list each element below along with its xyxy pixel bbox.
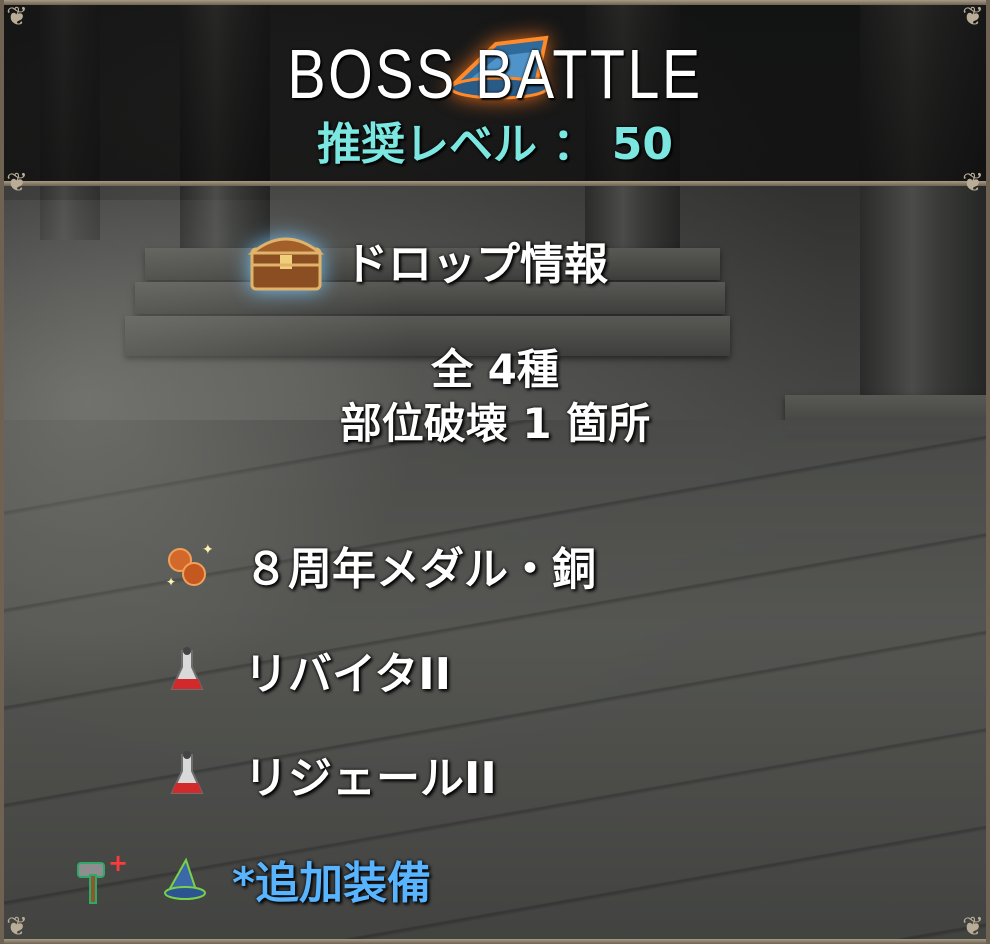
frame-bottom xyxy=(0,939,990,944)
drop-total-count: 全 4種 xyxy=(431,345,559,394)
potion-flask-icon xyxy=(162,645,212,695)
svg-text:✦: ✦ xyxy=(166,575,176,589)
drop-item[interactable]: リバイタII xyxy=(162,638,451,702)
corner-ornament-icon: ❦ xyxy=(962,912,984,942)
wizard-hat-icon xyxy=(160,854,210,904)
svg-text:✦: ✦ xyxy=(202,542,212,558)
bronze-medal-icon: ✦ ✦ xyxy=(162,540,212,590)
drop-item-label: リバイタII xyxy=(244,649,451,700)
corner-ornament-icon: ❦ xyxy=(962,168,984,198)
treasure-chest-icon xyxy=(246,225,326,295)
drop-item-label: リジェールII xyxy=(244,753,497,804)
hammer-plus-icon: + xyxy=(70,849,130,909)
drop-item[interactable]: ✦ ✦ ８周年メダル・銅 xyxy=(162,533,596,597)
drop-info-header: ドロップ情報 xyxy=(246,220,608,300)
additional-equipment-label: *追加装備 xyxy=(232,858,432,909)
potion-flask-icon xyxy=(162,749,212,799)
frame-top xyxy=(0,0,990,5)
corner-ornament-icon: ❦ xyxy=(6,2,28,32)
corner-ornament-icon: ❦ xyxy=(6,168,28,198)
corner-ornament-icon: ❦ xyxy=(962,2,984,32)
additional-equipment-item[interactable]: + *追加装備 xyxy=(70,847,431,911)
drop-info-title: ドロップ情報 xyxy=(344,239,608,290)
boss-battle-title: BOSS BATTLE xyxy=(287,35,703,113)
corner-ornament-icon: ❦ xyxy=(6,912,28,942)
drop-item[interactable]: リジェールII xyxy=(162,742,497,806)
recommended-level: 推奨レベル ： 50 xyxy=(317,119,673,170)
part-break-count: 部位破壊 1 箇所 xyxy=(339,399,651,448)
drop-item-label: ８周年メダル・銅 xyxy=(244,544,596,595)
svg-text:+: + xyxy=(108,849,128,877)
frame-divider xyxy=(0,181,990,186)
